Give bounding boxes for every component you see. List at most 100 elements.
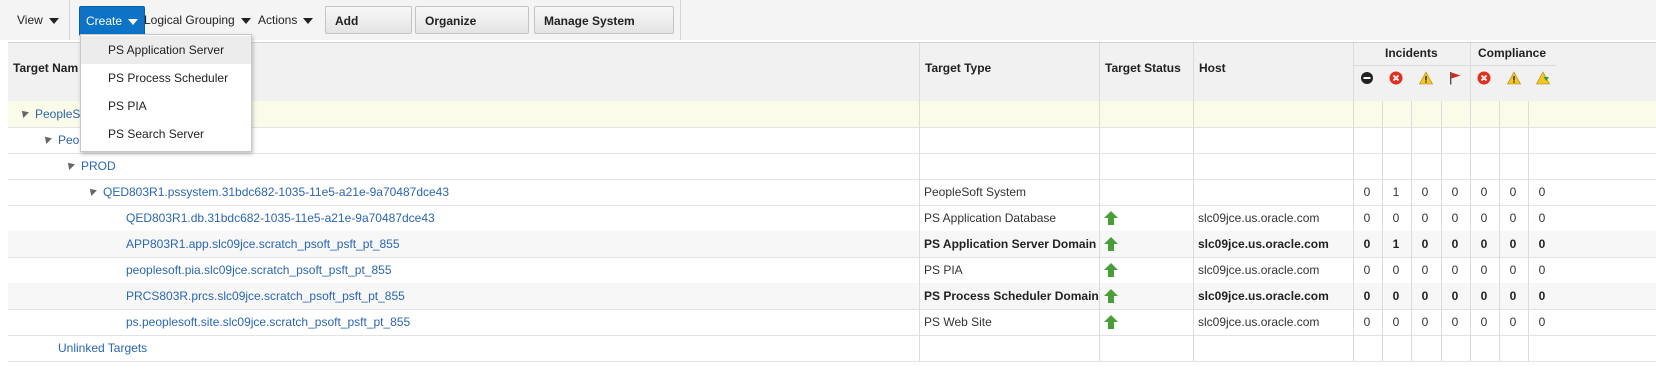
expand-collapse-icon[interactable] bbox=[87, 186, 97, 196]
status-up-icon[interactable] bbox=[1103, 288, 1119, 304]
count-value[interactable]: 0 bbox=[1528, 309, 1556, 335]
target-link[interactable]: APP803R1.app.slc09jce.scratch_psoft_psft… bbox=[126, 231, 400, 257]
count-value[interactable]: 0 bbox=[1441, 205, 1469, 231]
minus-circle-icon bbox=[1361, 72, 1373, 84]
column-divider bbox=[1099, 309, 1100, 335]
count-value[interactable]: 0 bbox=[1411, 257, 1439, 283]
target-link[interactable]: QED803R1.db.31bdc682-1035-11e5-a21e-9a70… bbox=[126, 205, 435, 231]
column-divider bbox=[1193, 153, 1194, 179]
count-value[interactable]: 0 bbox=[1528, 205, 1556, 231]
count-value[interactable]: 0 bbox=[1499, 257, 1527, 283]
menu-item-ps-application-server[interactable]: PS Application Server bbox=[81, 36, 251, 64]
header-target-type[interactable]: Target Type bbox=[925, 61, 991, 75]
column-divider bbox=[1193, 257, 1194, 283]
system-row[interactable]: QED803R1.pssystem.31bdc682-1035-11e5-a21… bbox=[8, 179, 1656, 206]
status-up-icon[interactable] bbox=[1103, 210, 1119, 226]
count-value[interactable]: 0 bbox=[1499, 283, 1527, 309]
count-value[interactable]: 0 bbox=[1411, 309, 1439, 335]
count-value[interactable]: 0 bbox=[1353, 179, 1381, 205]
count-value[interactable]: 0 bbox=[1441, 309, 1469, 335]
column-divider bbox=[1099, 43, 1100, 101]
count-value[interactable]: 0 bbox=[1470, 257, 1498, 283]
add-targets-button[interactable]: Add Targets bbox=[325, 6, 412, 56]
count-value[interactable]: 0 bbox=[1411, 231, 1439, 257]
column-divider bbox=[1441, 101, 1442, 127]
create-label: Create bbox=[86, 14, 123, 28]
count-value[interactable]: 0 bbox=[1411, 283, 1439, 309]
count-value[interactable]: 0 bbox=[1382, 205, 1410, 231]
header-target-name[interactable]: Target Nam bbox=[13, 61, 78, 75]
count-value[interactable]: 0 bbox=[1441, 231, 1469, 257]
count-value[interactable]: 0 bbox=[1441, 257, 1469, 283]
menu-item-ps-search-server[interactable]: PS Search Server bbox=[81, 120, 251, 148]
warning-triangle-icon bbox=[1419, 71, 1433, 85]
count-value[interactable]: 0 bbox=[1382, 283, 1410, 309]
count-value[interactable]: 0 bbox=[1499, 309, 1527, 335]
count-value[interactable]: 0 bbox=[1411, 205, 1439, 231]
system-target-link[interactable]: QED803R1.pssystem.31bdc682-1035-11e5-a21… bbox=[103, 179, 449, 205]
status-up-icon[interactable] bbox=[1103, 236, 1119, 252]
count-value[interactable]: 1 bbox=[1382, 231, 1410, 257]
target-link[interactable]: ps.peoplesoft.site.slc09jce.scratch_psof… bbox=[126, 309, 410, 335]
table-row[interactable]: APP803R1.app.slc09jce.scratch_psoft_psft… bbox=[8, 231, 1656, 258]
count-value[interactable]: 0 bbox=[1353, 231, 1381, 257]
header-target-status[interactable]: Target Status bbox=[1105, 61, 1181, 75]
tree-node-link[interactable]: Peo bbox=[58, 127, 79, 153]
count-value[interactable]: 0 bbox=[1353, 257, 1381, 283]
count-value[interactable]: 0 bbox=[1499, 179, 1527, 205]
count-value[interactable]: 0 bbox=[1528, 231, 1556, 257]
status-up-icon[interactable] bbox=[1103, 262, 1119, 278]
tree-node-link[interactable]: PROD bbox=[81, 153, 116, 179]
unlinked-targets-link[interactable]: Unlinked Targets bbox=[58, 335, 147, 361]
table-row[interactable]: peoplesoft.pia.slc09jce.scratch_psoft_ps… bbox=[8, 257, 1656, 284]
count-value[interactable]: 0 bbox=[1470, 309, 1498, 335]
table-row[interactable]: ps.peoplesoft.site.slc09jce.scratch_psof… bbox=[8, 309, 1656, 336]
tree-node-link[interactable]: PeopleS bbox=[35, 101, 80, 127]
count-value[interactable]: 0 bbox=[1470, 205, 1498, 231]
menu-item-ps-pia[interactable]: PS PIA bbox=[81, 92, 251, 120]
column-divider bbox=[1441, 127, 1442, 153]
count-value[interactable]: 0 bbox=[1353, 283, 1381, 309]
count-value[interactable]: 0 bbox=[1382, 309, 1410, 335]
target-type: PS Web Site bbox=[924, 315, 992, 329]
table-row[interactable]: QED803R1.db.31bdc682-1035-11e5-a21e-9a70… bbox=[8, 205, 1656, 232]
count-value[interactable]: 0 bbox=[1441, 283, 1469, 309]
tree-row[interactable]: PeopleS bbox=[8, 101, 1656, 128]
logical-grouping-menu[interactable]: Logical Grouping bbox=[144, 6, 251, 34]
count-value[interactable]: 0 bbox=[1470, 283, 1498, 309]
menu-item-ps-process-scheduler[interactable]: PS Process Scheduler bbox=[81, 64, 251, 92]
count-value[interactable]: 0 bbox=[1528, 179, 1556, 205]
view-menu[interactable]: View bbox=[17, 6, 59, 34]
expand-collapse-icon[interactable] bbox=[42, 134, 52, 144]
count-value[interactable]: 0 bbox=[1353, 205, 1381, 231]
count-value[interactable]: 0 bbox=[1353, 309, 1381, 335]
count-value[interactable]: 0 bbox=[1411, 179, 1439, 205]
count-value[interactable]: 0 bbox=[1528, 283, 1556, 309]
table-row[interactable]: PRCS803R.prcs.slc09jce.scratch_psoft_psf… bbox=[8, 283, 1656, 310]
header-host[interactable]: Host bbox=[1199, 61, 1226, 75]
expand-collapse-icon[interactable] bbox=[65, 160, 75, 170]
unlinked-row[interactable]: Unlinked Targets bbox=[8, 335, 1656, 362]
count-value[interactable]: 1 bbox=[1382, 179, 1410, 205]
actions-menu[interactable]: Actions bbox=[258, 6, 314, 34]
tree-row[interactable]: PROD bbox=[8, 153, 1656, 180]
manage-system-urls-button[interactable]: Manage System URLs bbox=[534, 6, 674, 56]
count-value[interactable]: 0 bbox=[1382, 257, 1410, 283]
count-value[interactable]: 0 bbox=[1441, 179, 1469, 205]
count-value[interactable]: 0 bbox=[1499, 231, 1527, 257]
expand-collapse-icon[interactable] bbox=[19, 108, 29, 118]
count-value[interactable]: 0 bbox=[1470, 179, 1498, 205]
chevron-down-icon bbox=[240, 17, 251, 24]
count-value[interactable]: 0 bbox=[1528, 257, 1556, 283]
create-menu-button[interactable]: Create bbox=[79, 6, 146, 36]
target-link[interactable]: peoplesoft.pia.slc09jce.scratch_psoft_ps… bbox=[126, 257, 392, 283]
column-divider bbox=[1099, 257, 1100, 283]
count-value[interactable]: 0 bbox=[1499, 205, 1527, 231]
count-value[interactable]: 0 bbox=[1470, 231, 1498, 257]
host-value: slc09jce.us.oracle.com bbox=[1198, 315, 1320, 329]
status-up-icon[interactable] bbox=[1103, 314, 1119, 330]
column-divider bbox=[919, 283, 920, 309]
target-link[interactable]: PRCS803R.prcs.slc09jce.scratch_psoft_psf… bbox=[126, 283, 405, 309]
tree-row[interactable]: Peo bbox=[8, 127, 1656, 154]
organize-targets-button[interactable]: Organize Targets bbox=[415, 6, 529, 56]
